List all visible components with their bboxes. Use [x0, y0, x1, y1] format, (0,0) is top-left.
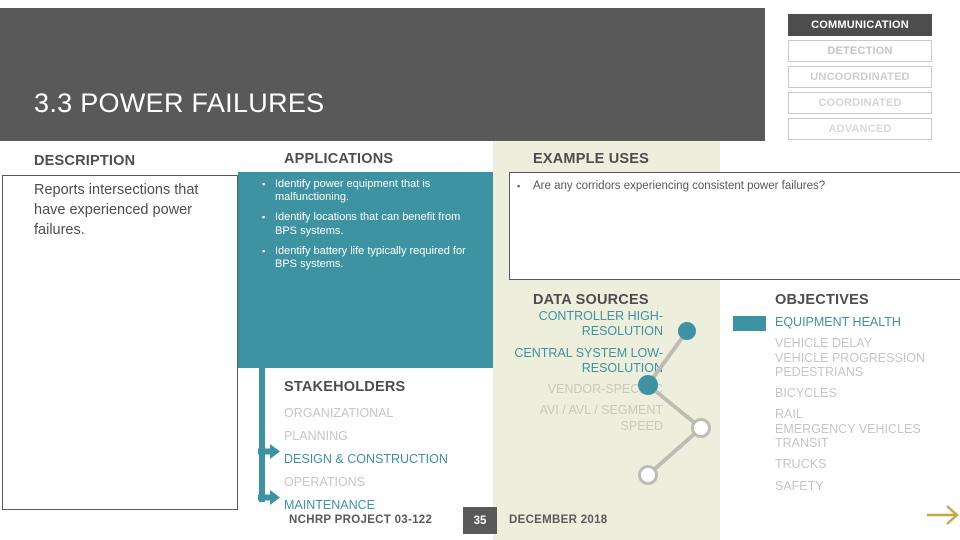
objectives-list: EQUIPMENT HEALTH VEHICLE DELAY VEHICLE P…: [775, 315, 955, 500]
page-number: 35: [473, 514, 487, 527]
list-item: ▪ Identify power equipment that is malfu…: [262, 178, 477, 204]
data-sources-node-graph: [638, 322, 711, 485]
tag-uncoordinated[interactable]: UNCOORDINATED: [788, 66, 932, 88]
page-title: 3.3 POWER FAILURES: [34, 88, 325, 118]
heading-applications: APPLICATIONS: [284, 151, 394, 167]
application-text: Identify locations that can benefit from…: [275, 211, 461, 237]
heading-description: DESCRIPTION: [34, 153, 136, 169]
stakeholder-connector-rail: [259, 368, 265, 502]
application-text: Identify battery life typically required…: [275, 244, 466, 271]
objective-active-marker: [733, 316, 766, 331]
stakeholder-arrow-icon: [258, 444, 280, 459]
next-arrow-icon[interactable]: [925, 500, 960, 530]
application-text: Identify power equipment that is malfunc…: [275, 178, 431, 204]
node-link: [646, 383, 703, 430]
footer-date-label: DECEMBER 2018: [509, 514, 608, 526]
objective-item[interactable]: TRUCKS: [775, 457, 955, 472]
heading-stakeholders: STAKEHOLDERS: [284, 379, 406, 395]
category-tag-stack: COMMUNICATION DETECTION UNCOORDINATED CO…: [788, 14, 932, 144]
heading-objectives: OBJECTIVES: [775, 292, 869, 308]
node-controller-high-resolution: [678, 322, 696, 340]
tag-detection[interactable]: DETECTION: [788, 40, 932, 62]
tag-advanced[interactable]: ADVANCED: [788, 118, 932, 140]
objective-item[interactable]: VEHICLE PROGRESSION: [775, 351, 955, 366]
stakeholder-item[interactable]: ORGANIZATIONAL: [284, 402, 514, 425]
description-text: Reports intersections that have experien…: [34, 182, 199, 238]
stakeholder-item[interactable]: DESIGN & CONSTRUCTION: [284, 448, 514, 471]
heading-example-uses: EXAMPLE USES: [533, 151, 650, 167]
objective-item[interactable]: EMERGENCY VEHICLES: [775, 422, 955, 437]
objective-item[interactable]: PEDESTRIANS: [775, 365, 955, 380]
node-vendor-specific: [691, 418, 711, 438]
node-central-system-low-resolution: [638, 375, 658, 395]
tag-communication[interactable]: COMMUNICATION: [788, 14, 932, 36]
tag-coordinated[interactable]: COORDINATED: [788, 92, 932, 114]
objective-item[interactable]: RAIL: [775, 407, 955, 422]
list-item: ▪ Identify battery life typically requir…: [262, 245, 477, 271]
stakeholder-item[interactable]: PLANNING: [284, 425, 514, 448]
applications-list: ▪ Identify power equipment that is malfu…: [262, 178, 477, 278]
node-avi-avl-segment-speed: [638, 465, 658, 485]
list-item: ▪ Are any corridors experiencing consist…: [517, 179, 947, 193]
header-band: [0, 8, 765, 141]
objective-item[interactable]: BICYCLES: [775, 386, 955, 401]
objective-item[interactable]: VEHICLE DELAY: [775, 336, 955, 351]
slide-root: 3.3 POWER FAILURES COMMUNICATION DETECTI…: [0, 0, 960, 540]
bullet-icon: ▪: [262, 212, 266, 223]
objective-item[interactable]: SAFETY: [775, 479, 955, 494]
stakeholder-arrow-icon: [258, 490, 280, 505]
example-use-text: Are any corridors experiencing consisten…: [533, 180, 826, 192]
node-link: [646, 426, 703, 477]
bullet-icon: ▪: [517, 181, 521, 191]
footer-project-label: NCHRP PROJECT 03-122: [289, 514, 433, 526]
list-item: ▪ Identify locations that can benefit fr…: [262, 211, 477, 237]
bullet-icon: ▪: [262, 179, 266, 189]
objective-item[interactable]: TRANSIT: [775, 436, 955, 451]
objective-item[interactable]: EQUIPMENT HEALTH: [775, 315, 955, 330]
stakeholder-item[interactable]: OPERATIONS: [284, 471, 514, 494]
footer-page-box: 35: [463, 507, 497, 534]
stakeholders-list: ORGANIZATIONAL PLANNING DESIGN & CONSTRU…: [284, 402, 514, 517]
bullet-icon: ▪: [262, 245, 266, 256]
